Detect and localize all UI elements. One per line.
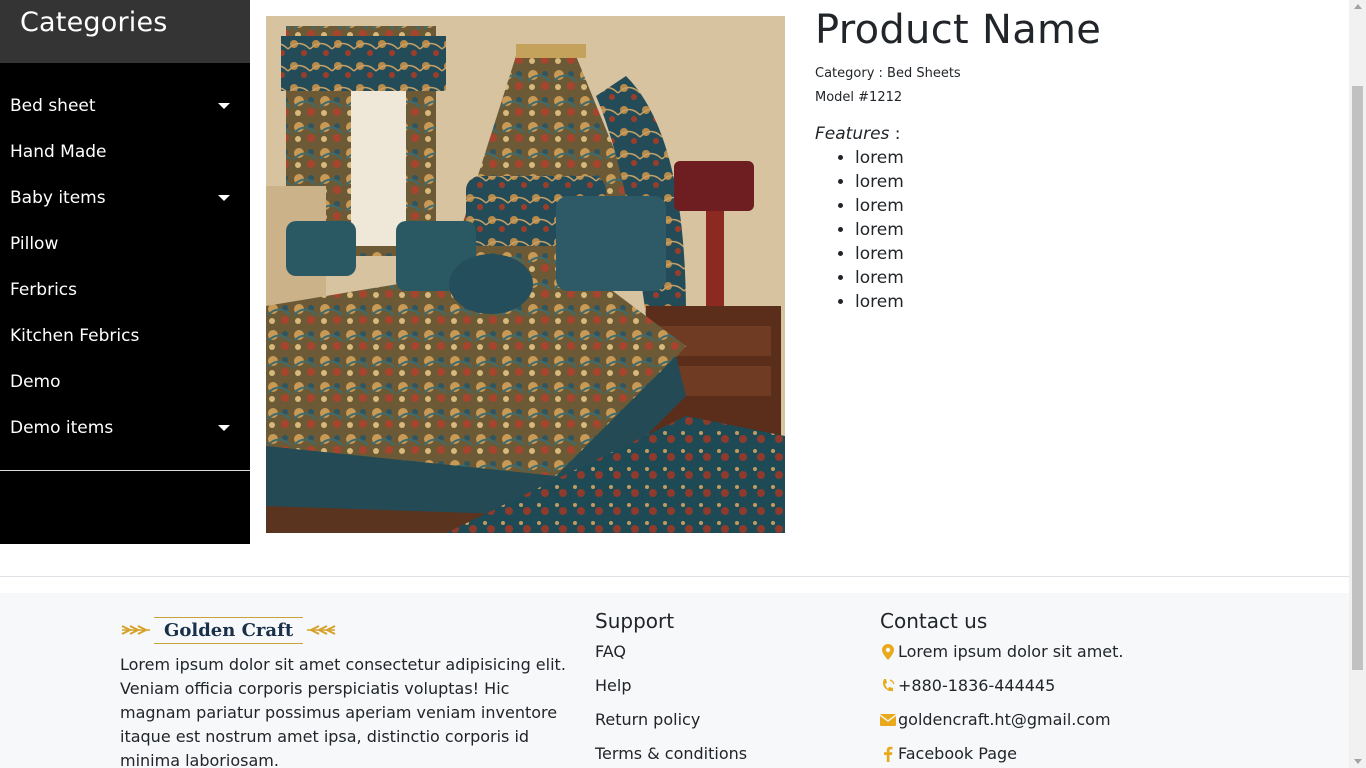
phone-icon [880,678,896,694]
scroll-up-arrow-icon[interactable] [1354,4,1362,9]
support-title: Support [595,609,675,633]
sidebar-item-label: Kitchen Febrics [10,326,140,346]
features-label: Features [815,124,890,144]
footer-about-text: Lorem ipsum dolor sit amet consectetur a… [120,655,566,768]
sidebar-item-demo-items[interactable]: Demo items [0,405,250,451]
sidebar-item-baby-items[interactable]: Baby items [0,175,250,221]
category-sidebar: Categories Bed sheet Hand Made Baby item… [0,0,250,544]
map-marker-icon [880,644,896,660]
contact-email-text: goldencraft.ht@gmail.com [898,710,1111,729]
scroll-down-arrow-icon[interactable] [1354,759,1362,764]
feature-item: lorem [855,218,1335,242]
sidebar-item-pillow[interactable]: Pillow [0,221,250,267]
contact-phone[interactable]: +880-1836-444445 [880,674,1124,698]
bedroom-photo [266,16,785,533]
caret-down-icon[interactable] [218,425,230,431]
contact-facebook-text: Facebook Page [898,744,1017,763]
sidebar-item-ferbrics[interactable]: Ferbrics [0,267,250,313]
feature-item: lorem [855,290,1335,314]
wheat-arrows-left-icon [121,625,150,635]
return-policy-link[interactable]: Return policy [595,708,747,732]
features-label-colon: : [889,124,901,144]
features-list: lorem lorem lorem lorem lorem lorem lore… [815,146,1335,314]
feature-item: lorem [855,242,1335,266]
sidebar-item-label: Hand Made [10,142,107,162]
faq-link[interactable]: FAQ [595,640,747,664]
product-meta: Category : Bed Sheets Model #1212 [815,62,1335,110]
contact-phone-text: +880-1836-444445 [898,676,1056,695]
footer-divider [0,576,1349,577]
feature-item: lorem [855,146,1335,170]
feature-item: lorem [855,170,1335,194]
contact-title: Contact us [880,609,988,633]
sidebar-item-label: Bed sheet [10,96,96,116]
features-heading: Features : [815,122,1335,146]
footer-contact: Contact us Lorem ipsum dolor sit amet. +… [880,609,1124,768]
category-list: Bed sheet Hand Made Baby items Pillow Fe… [0,63,250,471]
feature-item: lorem [855,266,1335,290]
logo-text: Golden Craft [154,616,304,644]
sidebar-title: Categories [20,7,168,38]
terms-link[interactable]: Terms & conditions [595,742,747,766]
product-title: Product Name [815,7,1102,53]
sidebar-item-label: Demo items [10,418,114,438]
sidebar-item-kitchen-febrics[interactable]: Kitchen Febrics [0,313,250,359]
scroll-thumb[interactable] [1352,86,1363,670]
facebook-icon [880,746,896,762]
footer-support: Support FAQ Help Return policy Terms & c… [595,609,747,768]
golden-craft-logo[interactable]: Golden Craft [120,613,570,647]
contact-facebook[interactable]: Facebook Page [880,742,1124,766]
product-image [266,16,785,533]
sidebar-header: Categories [0,0,250,63]
sidebar-item-label: Baby items [10,188,106,208]
page-scrollbar[interactable] [1349,0,1366,768]
help-link[interactable]: Help [595,674,747,698]
sidebar-item-demo[interactable]: Demo [0,359,250,405]
caret-down-icon[interactable] [218,103,230,109]
caret-down-icon[interactable] [218,195,230,201]
sidebar-item-bed-sheet[interactable]: Bed sheet [0,83,250,129]
feature-item: lorem [855,194,1335,218]
sidebar-item-label: Demo [10,372,61,392]
envelope-icon [880,712,896,728]
wheat-arrows-right-icon [307,625,336,635]
product-model: Model #1212 [815,90,903,105]
sidebar-item-label: Pillow [10,234,59,254]
sidebar-item-label: Ferbrics [10,280,78,300]
product-details: Product Name Category : Bed Sheets Model… [815,6,1335,314]
site-footer: Golden Craft Lorem ipsum dolor sit amet … [0,593,1349,768]
sidebar-item-hand-made[interactable]: Hand Made [0,129,250,175]
contact-address-text: Lorem ipsum dolor sit amet. [898,642,1124,661]
contact-email[interactable]: goldencraft.ht@gmail.com [880,708,1124,732]
contact-address: Lorem ipsum dolor sit amet. [880,640,1124,664]
footer-brand: Golden Craft Lorem ipsum dolor sit amet … [120,613,570,768]
product-category: Category : Bed Sheets [815,66,961,81]
